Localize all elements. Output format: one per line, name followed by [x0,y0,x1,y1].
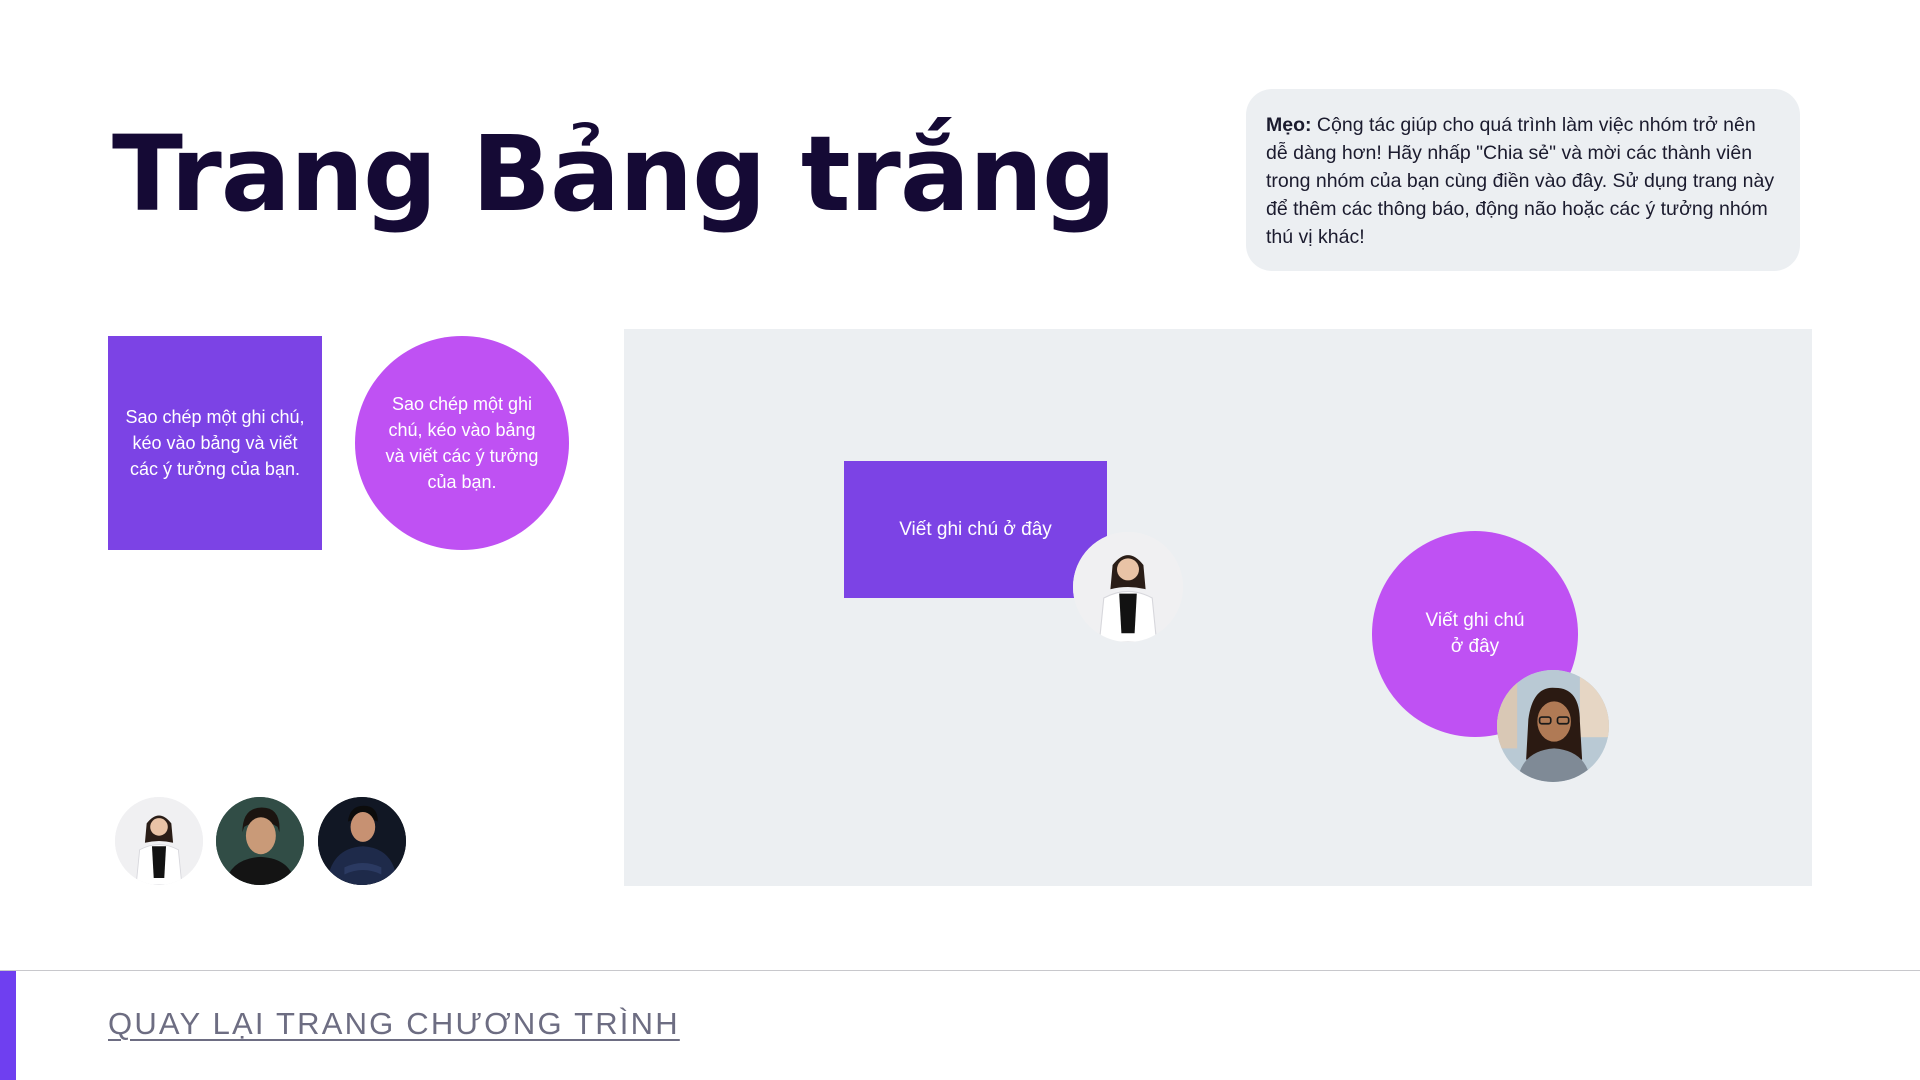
man-portrait-icon [318,797,406,885]
page-title: Trang Bảng trắng [112,113,1116,235]
board-square-note[interactable]: Viết ghi chú ở đây [844,461,1107,598]
back-to-program-link[interactable]: QUAY LẠI TRANG CHƯƠNG TRÌNH [108,1006,680,1042]
board-circle-note-author-avatar [1497,670,1609,782]
team-avatar-1 [115,797,203,885]
man-portrait-icon [216,797,304,885]
footer-divider [0,970,1920,971]
team-avatar-3 [318,797,406,885]
woman-glasses-portrait-icon [1497,670,1609,782]
team-avatar-2 [216,797,304,885]
board-square-note-author-avatar [1073,532,1183,642]
tip-label: Mẹo: [1266,114,1312,136]
woman-portrait-icon [1073,532,1183,642]
sample-square-note[interactable]: Sao chép một ghi chú, kéo vào bảng và vi… [108,336,322,550]
whiteboard-area[interactable] [624,329,1812,886]
tip-box: Mẹo: Cộng tác giúp cho quá trình làm việ… [1246,89,1800,271]
board-circle-note-text: Viết ghi chú ở đây [1425,610,1525,657]
sample-circle-note-text: Sao chép một ghi chú, kéo vào bảng và vi… [385,394,539,492]
woman-portrait-icon [115,797,203,885]
board-square-note-text: Viết ghi chú ở đây [899,518,1052,540]
sample-circle-note[interactable]: Sao chép một ghi chú, kéo vào bảng và vi… [355,336,569,550]
sample-square-note-text: Sao chép một ghi chú, kéo vào bảng và vi… [125,407,305,479]
tip-text: Cộng tác giúp cho quá trình làm việc nhó… [1266,114,1775,248]
footer-accent-bar [0,971,16,1080]
